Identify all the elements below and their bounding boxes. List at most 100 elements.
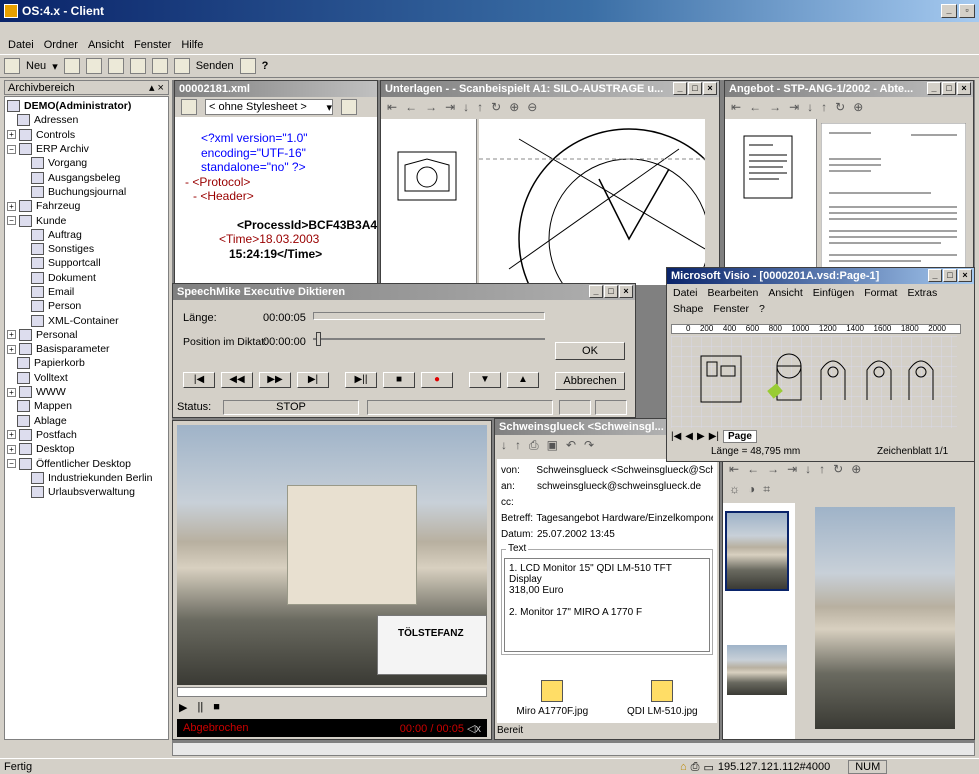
tree-item[interactable]: + WWW — [5, 385, 168, 399]
tree-item[interactable]: XML-Container — [5, 313, 168, 327]
cancel-button[interactable]: Abbrechen — [555, 372, 625, 390]
pause-icon[interactable]: || — [197, 701, 203, 714]
expand-icon[interactable]: + — [7, 330, 16, 340]
tree-item[interactable]: DEMO(Administrator) — [5, 99, 168, 113]
menu-fenster[interactable]: Fenster — [134, 39, 171, 51]
scan-icon[interactable] — [239, 58, 256, 74]
ok-button[interactable]: OK — [555, 342, 625, 360]
save-icon[interactable] — [129, 58, 146, 74]
expand-icon[interactable]: + — [7, 444, 16, 454]
stylesheet-select[interactable]: < ohne Stylesheet > ▾ — [205, 99, 333, 115]
position-slider-thumb[interactable] — [316, 332, 321, 346]
eject-icon[interactable]: ▲ — [507, 372, 539, 388]
last-page-icon[interactable]: ⇥ — [787, 462, 797, 476]
up-icon[interactable]: ↑ — [477, 100, 483, 114]
minimize-button[interactable]: _ — [927, 82, 941, 95]
next-page-icon[interactable]: ▶ — [697, 431, 705, 442]
tree-item[interactable]: Supportcall — [5, 256, 168, 270]
tree-item[interactable]: Auftrag — [5, 228, 168, 242]
visio-menu-format[interactable]: Format — [864, 287, 897, 299]
brightness-icon[interactable]: ☼ — [729, 482, 740, 496]
chevron-down-icon[interactable]: ▾ — [52, 60, 58, 73]
forward-icon[interactable]: ↷ — [584, 438, 594, 452]
first-page-icon[interactable]: ⇤ — [731, 100, 741, 114]
visio-menu-bearbeiten[interactable]: Bearbeiten — [708, 287, 759, 299]
email-text[interactable]: 1. LCD Monitor 15" QDI LM-510 TFT Displa… — [504, 558, 710, 652]
tree-item[interactable]: Volltext — [5, 371, 168, 385]
refresh-icon[interactable] — [181, 99, 197, 115]
scan-window[interactable]: Unterlagen - - Scanbeispielt A1: SILO-AU… — [380, 80, 720, 285]
collapse-icon[interactable]: − — [7, 144, 16, 154]
collapse-icon[interactable]: − — [7, 459, 16, 469]
expand-icon[interactable]: + — [7, 430, 16, 440]
tree-item[interactable]: Email — [5, 285, 168, 299]
close-button[interactable]: × — [619, 285, 633, 298]
tree-item[interactable]: Dokument — [5, 271, 168, 285]
first-page-icon[interactable]: ⇤ — [729, 462, 739, 476]
maximize-button[interactable]: □ — [604, 285, 618, 298]
rotate-icon[interactable]: ↻ — [833, 462, 843, 476]
mdi-horizontal-scrollbar[interactable] — [172, 742, 975, 756]
rotate-icon[interactable]: ↻ — [835, 100, 845, 114]
send-button[interactable]: Senden — [196, 60, 234, 72]
contrast-icon[interactable]: ◑ — [748, 482, 755, 496]
skip-start-icon[interactable]: |◀ — [183, 372, 215, 388]
minimize-button[interactable]: _ — [941, 4, 957, 18]
email-window[interactable]: Schweinsglueck <Schweinsgl... ↓ ↑ ⎙ ▣ ↶ ↷ von… — [494, 418, 720, 740]
expand-icon[interactable]: + — [7, 387, 16, 397]
tree-item[interactable]: − Öffentlicher Desktop — [5, 456, 168, 470]
next-icon[interactable]: → — [425, 100, 437, 114]
minimize-button[interactable]: _ — [673, 82, 687, 95]
tree-item[interactable]: + Basisparameter — [5, 342, 168, 356]
stop-icon[interactable]: ■ — [383, 372, 415, 388]
visio-menu-extras[interactable]: Extras — [907, 287, 937, 299]
stop-icon[interactable]: ■ — [213, 701, 220, 714]
collapse-icon[interactable]: − — [7, 216, 16, 226]
close-button[interactable]: × — [957, 82, 971, 95]
zoom-in-icon[interactable]: ⊕ — [853, 100, 863, 114]
grid-view-icon[interactable] — [63, 58, 80, 74]
tree-item[interactable]: − Kunde — [5, 213, 168, 227]
tree-item[interactable]: + Desktop — [5, 442, 168, 456]
menu-hilfe[interactable]: Hilfe — [181, 39, 203, 51]
expand-icon[interactable]: + — [7, 130, 16, 140]
tree-item[interactable]: Sonstiges — [5, 242, 168, 256]
visio-menu-help[interactable]: ? — [759, 303, 765, 315]
image-thumbnail[interactable] — [725, 511, 789, 591]
print-icon[interactable] — [151, 58, 168, 74]
next-icon[interactable]: → — [769, 100, 781, 114]
angebot-thumbnail[interactable] — [743, 135, 793, 199]
fast-forward-icon[interactable]: ▶▶ — [259, 372, 291, 388]
help-icon[interactable]: ? — [262, 60, 269, 72]
tree-item[interactable]: Ausgangsbeleg — [5, 170, 168, 184]
minimize-button[interactable]: _ — [928, 269, 942, 282]
tree-item[interactable]: Ablage — [5, 414, 168, 428]
menu-datei[interactable]: Datei — [8, 39, 34, 51]
first-page-icon[interactable]: ⇤ — [387, 100, 397, 114]
rewind-icon[interactable]: ◀◀ — [221, 372, 253, 388]
tree-item[interactable]: Vorgang — [5, 156, 168, 170]
tree-item[interactable]: Urlaubsverwaltung — [5, 485, 168, 499]
folder-icon[interactable] — [341, 99, 357, 115]
up-icon[interactable]: ↑ — [819, 462, 825, 476]
maximize-button[interactable]: □ — [942, 82, 956, 95]
tree-item[interactable]: − ERP Archiv — [5, 142, 168, 156]
volume-icon[interactable]: ◁x — [467, 723, 481, 735]
prev-icon[interactable]: ← — [405, 100, 417, 114]
insert-icon[interactable]: ▼ — [469, 372, 501, 388]
image-viewer[interactable]: ⇤ ← → ⇥ ↓ ↑ ↻ ⊕ ☼ ◑ ⌗ — [722, 458, 975, 740]
tree-item[interactable]: Adressen — [5, 113, 168, 127]
print-icon[interactable]: ⎙ — [529, 438, 539, 453]
maximize-button[interactable]: □ — [688, 82, 702, 95]
down-icon[interactable]: ↓ — [805, 462, 811, 476]
tree-item[interactable]: + Fahrzeug — [5, 199, 168, 213]
new-button[interactable]: Neu — [26, 60, 46, 72]
xml-window[interactable]: 00002181.xml < ohne Stylesheet > ▾ <?xml … — [174, 80, 378, 285]
next-icon[interactable]: → — [767, 462, 779, 476]
tree-item[interactable]: Person — [5, 299, 168, 313]
down-icon[interactable]: ↓ — [501, 438, 507, 452]
close-button[interactable]: × — [958, 269, 972, 282]
tree-item[interactable]: + Personal — [5, 328, 168, 342]
edit-icon[interactable] — [107, 58, 124, 74]
close-button[interactable]: × — [703, 82, 717, 95]
